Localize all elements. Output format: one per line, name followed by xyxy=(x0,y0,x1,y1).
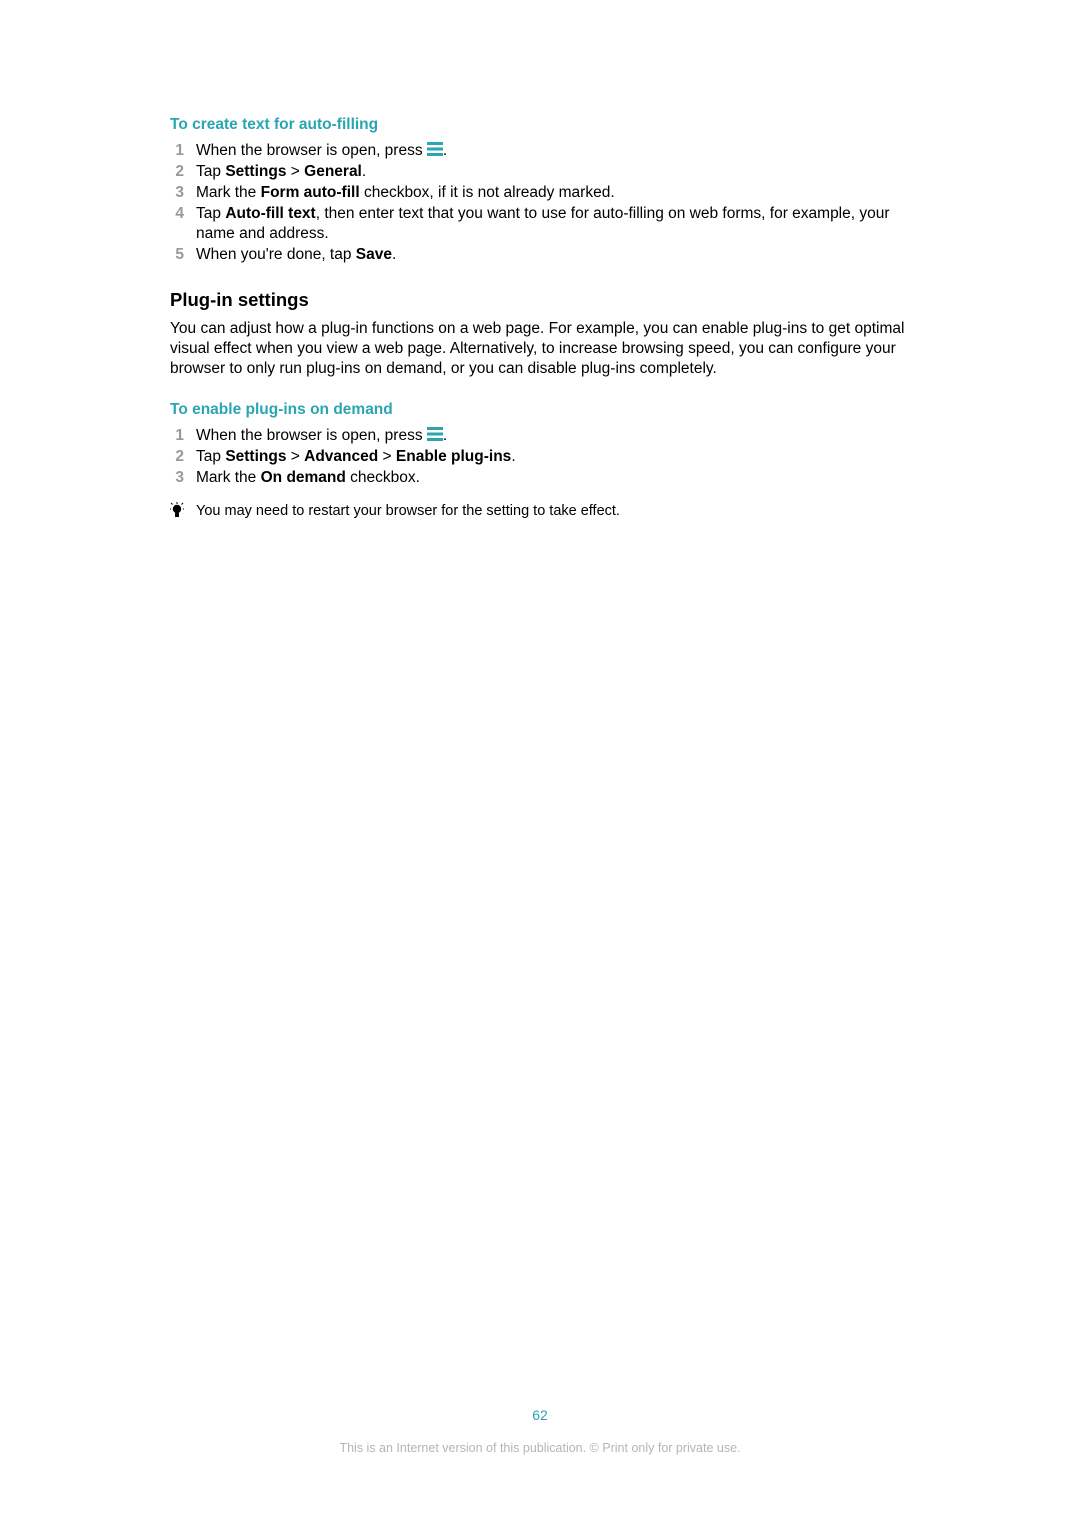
step-text: When the browser is open, press . xyxy=(196,141,910,161)
step-text: Tap Auto-fill text, then enter text that… xyxy=(196,204,910,244)
step-number: 1 xyxy=(170,141,184,161)
step-3: 3 Mark the On demand checkbox. xyxy=(196,468,910,488)
step-number: 3 xyxy=(170,183,184,203)
page-footer: 62 This is an Internet version of this p… xyxy=(0,1407,1080,1455)
step-1: 1 When the browser is open, press . xyxy=(196,426,910,446)
heading-plugin-settings: Plug-in settings xyxy=(170,289,910,311)
step-text: Tap Settings > General. xyxy=(196,162,910,182)
step-number: 4 xyxy=(170,204,184,224)
page-content: To create text for auto-filling 1 When t… xyxy=(0,0,1080,1527)
section-title-plugins-demand: To enable plug-ins on demand xyxy=(170,401,910,419)
paragraph-plugin: You can adjust how a plug-in functions o… xyxy=(170,319,910,379)
steps-autofill: 1 When the browser is open, press . 2 Ta… xyxy=(196,141,910,265)
step-2: 2 Tap Settings > Advanced > Enable plug-… xyxy=(196,447,910,467)
tip-lightbulb-icon xyxy=(170,502,184,520)
menu-icon xyxy=(427,142,443,156)
page-number: 62 xyxy=(0,1407,1080,1423)
step-number: 2 xyxy=(170,447,184,467)
step-5: 5 When you're done, tap Save. xyxy=(196,245,910,265)
menu-icon xyxy=(427,427,443,441)
step-text: When the browser is open, press . xyxy=(196,426,910,446)
disclaimer-text: This is an Internet version of this publ… xyxy=(0,1441,1080,1455)
step-4: 4 Tap Auto-fill text, then enter text th… xyxy=(196,204,910,244)
step-number: 5 xyxy=(170,245,184,265)
step-text: Mark the Form auto-fill checkbox, if it … xyxy=(196,183,910,203)
section-title-autofill: To create text for auto-filling xyxy=(170,116,910,134)
tip-row: You may need to restart your browser for… xyxy=(170,502,910,520)
step-text: When you're done, tap Save. xyxy=(196,245,910,265)
tip-text: You may need to restart your browser for… xyxy=(196,503,620,519)
step-2: 2 Tap Settings > General. xyxy=(196,162,910,182)
step-text: Mark the On demand checkbox. xyxy=(196,468,910,488)
step-1: 1 When the browser is open, press . xyxy=(196,141,910,161)
step-3: 3 Mark the Form auto-fill checkbox, if i… xyxy=(196,183,910,203)
step-number: 1 xyxy=(170,426,184,446)
step-text: Tap Settings > Advanced > Enable plug-in… xyxy=(196,447,910,467)
steps-plugins: 1 When the browser is open, press . 2 Ta… xyxy=(196,426,910,488)
step-number: 3 xyxy=(170,468,184,488)
step-number: 2 xyxy=(170,162,184,182)
